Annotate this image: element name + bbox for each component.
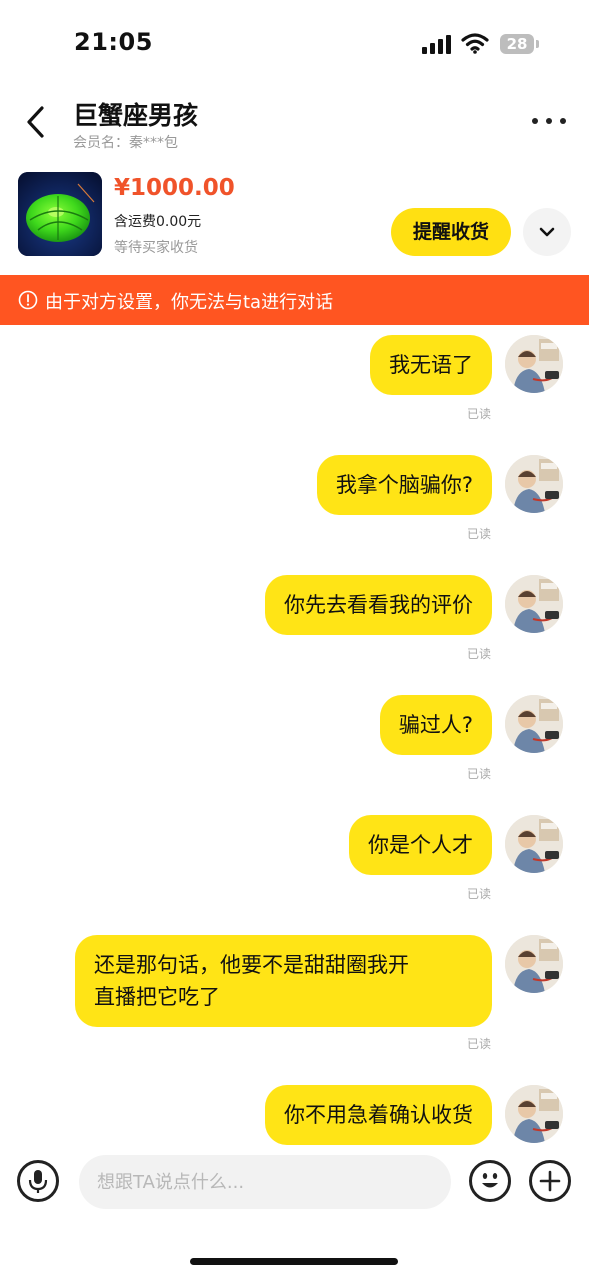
signal-icon — [422, 34, 452, 54]
order-price: ¥1000.00 — [114, 175, 235, 201]
message-text: 你是个人才 — [368, 833, 473, 857]
message-text: 你不用急着确认收货 — [284, 1103, 473, 1127]
chevron-down-icon — [539, 227, 555, 237]
read-status: 已读 — [466, 767, 491, 781]
order-status: 等待买家收货 — [114, 240, 198, 256]
message-bubble[interactable]: 你先去看看我的评价 — [265, 575, 492, 635]
avatar[interactable] — [505, 455, 563, 513]
message-bubble[interactable]: 骗过人? — [379, 695, 492, 755]
read-status: 已读 — [466, 887, 491, 901]
message-list[interactable]: 我无语了 已读 我拿个脑骗你? 已读 你先去看看我的评价 已读 骗过人? 已读 … — [0, 325, 589, 1145]
message-text: 骗过人? — [398, 713, 473, 737]
message-bubble[interactable]: 还是那句话，他要不是甜甜圈我开 直播把它吃了 — [75, 935, 492, 1027]
restriction-banner: 由于对方设置，你无法与ta进行对话 — [0, 275, 589, 325]
avatar[interactable] — [505, 815, 563, 873]
read-status: 已读 — [466, 407, 491, 421]
message-bubble[interactable]: 你是个人才 — [349, 815, 492, 875]
info-icon — [18, 290, 38, 310]
back-arrow-icon[interactable] — [22, 104, 52, 140]
battery-nub — [536, 40, 539, 48]
avatar[interactable] — [505, 1085, 563, 1143]
plus-button[interactable] — [529, 1160, 571, 1202]
message-bubble[interactable]: 我无语了 — [370, 335, 492, 395]
voice-button[interactable] — [17, 1160, 59, 1202]
avatar[interactable] — [505, 935, 563, 993]
microphone-icon — [28, 1170, 48, 1193]
more-icon[interactable] — [530, 112, 570, 132]
message-bubble[interactable]: 你不用急着确认收货 — [265, 1085, 492, 1145]
member-name: 会员名：秦***包 — [73, 135, 178, 151]
expand-order-button[interactable] — [523, 208, 571, 256]
avatar[interactable] — [505, 575, 563, 633]
remind-receipt-button[interactable]: 提醒收货 — [391, 208, 511, 256]
chat-title: 巨蟹座男孩 — [73, 101, 199, 130]
message-input[interactable] — [79, 1155, 451, 1209]
product-thumbnail[interactable] — [18, 172, 102, 256]
shipping-fee: 含运费0.00元 — [114, 214, 202, 230]
home-indicator — [190, 1258, 398, 1265]
emoji-button[interactable] — [469, 1160, 511, 1202]
message-text: 我无语了 — [389, 353, 473, 377]
status-time: 21:05 — [74, 28, 153, 56]
status-bar: 21:05 28 — [0, 0, 589, 88]
wifi-icon — [461, 33, 489, 54]
plus-icon — [539, 1170, 561, 1192]
message-bubble[interactable]: 我拿个脑骗你? — [316, 455, 492, 515]
message-text-line: 还是那句话，他要不是甜甜圈我开 — [94, 953, 409, 977]
message-text-line: 直播把它吃了 — [94, 985, 220, 1009]
message-text: 你先去看看我的评价 — [284, 593, 473, 617]
emoji-icon — [482, 1173, 498, 1188]
avatar[interactable] — [505, 335, 563, 393]
read-status: 已读 — [466, 1037, 491, 1051]
message-text: 我拿个脑骗你? — [335, 473, 473, 497]
banner-text: 由于对方设置，你无法与ta进行对话 — [45, 292, 334, 313]
read-status: 已读 — [466, 647, 491, 661]
read-status: 已读 — [466, 527, 491, 541]
battery-indicator: 28 — [500, 34, 534, 54]
avatar[interactable] — [505, 695, 563, 753]
